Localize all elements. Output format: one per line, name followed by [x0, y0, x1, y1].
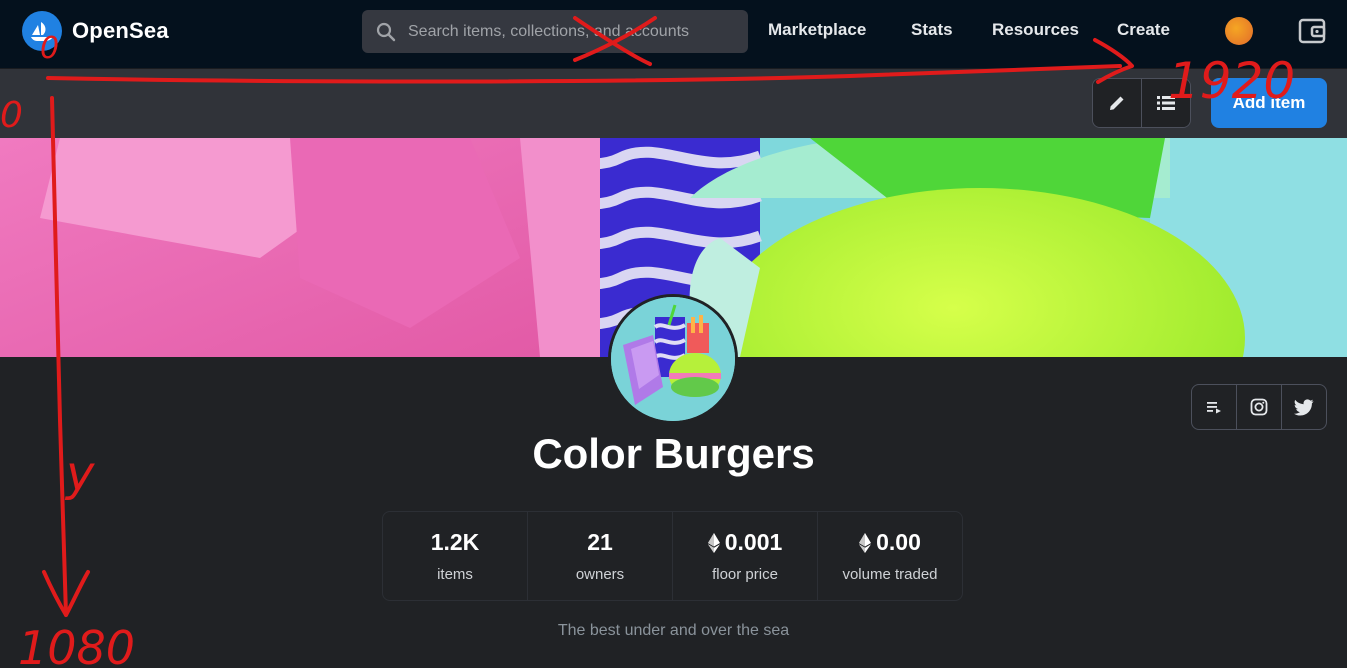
pencil-icon	[1110, 96, 1124, 110]
playlist-icon	[1207, 402, 1221, 414]
profile-avatar[interactable]	[1225, 17, 1253, 45]
collection-toolbar: Add item	[0, 68, 1347, 138]
search-icon	[376, 22, 396, 41]
y-axis-arrow-head	[42, 570, 90, 617]
edit-button[interactable]	[1093, 79, 1141, 127]
wallet-icon[interactable]	[1298, 17, 1326, 45]
stat-items[interactable]: 1.2K items	[383, 512, 527, 600]
collection-avatar	[608, 294, 738, 424]
stat-value: 0.001	[707, 529, 782, 556]
nav-stats[interactable]: Stats	[911, 20, 953, 40]
brand-name: OpenSea	[72, 18, 169, 43]
add-item-button[interactable]: Add item	[1211, 78, 1327, 128]
stat-label: items	[437, 566, 473, 583]
list-view-button[interactable]	[1141, 79, 1190, 127]
nav-resources[interactable]: Resources	[992, 20, 1079, 40]
collection-description: The best under and over the sea	[557, 622, 790, 639]
more-options-button[interactable]	[1192, 385, 1236, 429]
stat-volume-traded: 0.00 volume traded	[817, 512, 962, 600]
collection-stats: 1.2K items 21 owners 0.001 floor price 0…	[382, 511, 963, 601]
instagram-icon	[1250, 398, 1268, 416]
stat-value: 21	[587, 529, 613, 555]
ethereum-icon	[859, 532, 872, 553]
stat-label: floor price	[712, 566, 778, 583]
nav-create[interactable]: Create	[1117, 20, 1170, 40]
social-links-group	[1191, 384, 1327, 430]
stat-value: 0.00	[859, 529, 921, 556]
opensea-collection-page: OpenSea Marketplace Stats Resources Crea…	[0, 0, 1347, 668]
edit-tools-group	[1092, 78, 1191, 128]
instagram-button[interactable]	[1236, 385, 1281, 429]
stat-owners[interactable]: 21 owners	[527, 512, 672, 600]
twitter-button[interactable]	[1281, 385, 1326, 429]
nav-marketplace[interactable]: Marketplace	[768, 20, 866, 40]
top-navigation: OpenSea Marketplace Stats Resources Crea…	[0, 0, 1347, 68]
stat-value: 1.2K	[430, 529, 480, 555]
brand-logo[interactable]: OpenSea	[22, 11, 169, 51]
stat-floor-price: 0.001 floor price	[672, 512, 817, 600]
list-icon	[1157, 96, 1175, 110]
ethereum-icon	[707, 532, 720, 553]
search-bar[interactable]	[362, 10, 748, 53]
stat-label: owners	[575, 566, 625, 583]
stat-label: volume traded	[842, 566, 938, 583]
search-input[interactable]	[408, 22, 738, 41]
opensea-logo-icon	[22, 11, 62, 51]
collection-title: Color Burgers	[532, 430, 815, 477]
twitter-icon	[1294, 398, 1314, 415]
